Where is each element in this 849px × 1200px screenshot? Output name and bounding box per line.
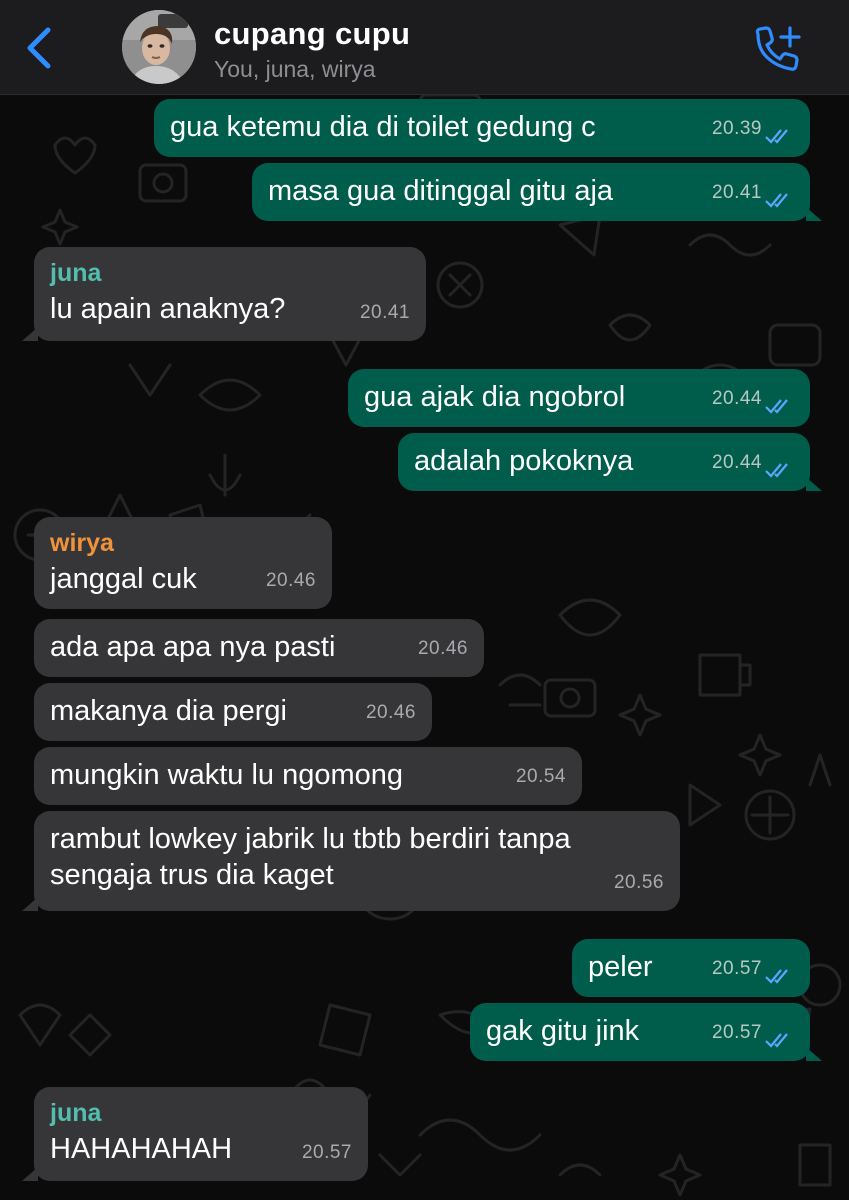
- message-bubble-incoming[interactable]: rambut lowkey jabrik lu tbtb berdiri tan…: [22, 811, 680, 911]
- double-check-icon: [765, 399, 788, 414]
- back-button[interactable]: [22, 24, 62, 72]
- message-text: HAHAHAHAH: [50, 1133, 233, 1165]
- message-sender: wirya: [50, 529, 114, 557]
- double-check-icon: [765, 969, 788, 984]
- message-time: 20.56: [613, 872, 664, 893]
- message-text: peler: [588, 951, 653, 983]
- message-time: 20.39: [711, 118, 762, 139]
- message-text: gua ajak dia ngobrol: [364, 381, 626, 413]
- chat-header: cupang cupu You, juna, wirya: [0, 0, 849, 95]
- message-bubble-incoming[interactable]: makanya dia pergi 20.46: [34, 683, 432, 741]
- message-list[interactable]: gua ketemu dia di toilet gedung c 20.39 …: [0, 95, 849, 1200]
- message-text: gua ketemu dia di toilet gedung c: [170, 111, 596, 143]
- message-bubble-incoming[interactable]: juna HAHAHAHAH 20.57: [22, 1087, 368, 1181]
- message-time: 20.41: [711, 182, 762, 203]
- message-text: ada apa apa nya pasti: [50, 631, 336, 663]
- message-bubble-outgoing[interactable]: masa gua ditinggal gitu aja 20.41: [252, 163, 822, 221]
- message-time: 20.46: [265, 570, 316, 591]
- message-time: 20.46: [365, 702, 416, 723]
- message-text: lu apain anaknya?: [50, 293, 286, 325]
- message-time: 20.57: [711, 1022, 762, 1043]
- message-text: adalah pokoknya: [414, 445, 634, 477]
- double-check-icon: [765, 129, 788, 144]
- bubble-tail: [22, 327, 38, 341]
- message-bubble-outgoing[interactable]: peler 20.57: [572, 939, 810, 997]
- message-time: 20.54: [515, 766, 566, 787]
- bubble-tail: [22, 1167, 38, 1181]
- message-time: 20.41: [359, 302, 410, 323]
- double-check-icon: [765, 463, 788, 478]
- bubble-tail: [806, 1047, 822, 1061]
- message-bubble-incoming[interactable]: wirya janggal cuk 20.46: [34, 517, 332, 609]
- double-check-icon: [765, 1033, 788, 1048]
- bubble-tail: [806, 207, 822, 221]
- chat-title[interactable]: cupang cupu: [214, 16, 410, 52]
- message-text: makanya dia pergi: [50, 695, 287, 727]
- message-text: janggal cuk: [50, 563, 197, 595]
- message-bubble-incoming[interactable]: ada apa apa nya pasti 20.46: [34, 619, 484, 677]
- message-bubble-outgoing[interactable]: gua ajak dia ngobrol 20.44: [348, 369, 810, 427]
- add-call-icon: [755, 26, 801, 71]
- message-text: mungkin waktu lu ngomong: [50, 759, 404, 791]
- message-text: rambut lowkey jabrik lu tbtb berdiri tan…: [50, 823, 571, 891]
- chevron-left-icon: [27, 27, 51, 69]
- message-text: masa gua ditinggal gitu aja: [268, 175, 614, 207]
- message-bubble-incoming[interactable]: juna lu apain anaknya? 20.41: [22, 247, 426, 341]
- message-bubble-outgoing[interactable]: gak gitu jink 20.57: [470, 1003, 822, 1061]
- message-bubble-incoming[interactable]: mungkin waktu lu ngomong 20.54: [34, 747, 582, 805]
- bubble-tail: [806, 477, 822, 491]
- message-sender: juna: [50, 1099, 102, 1127]
- double-check-icon: [765, 193, 788, 208]
- message-time: 20.57: [711, 958, 762, 979]
- message-time: 20.44: [711, 452, 762, 473]
- group-avatar[interactable]: [122, 10, 196, 84]
- message-bubble-outgoing[interactable]: gua ketemu dia di toilet gedung c 20.39: [154, 99, 810, 157]
- avatar-image: [122, 10, 196, 84]
- add-call-button[interactable]: [750, 24, 806, 74]
- message-text: gak gitu jink: [486, 1015, 640, 1047]
- chat-participants[interactable]: You, juna, wirya: [214, 56, 376, 83]
- message-sender: juna: [50, 259, 102, 287]
- message-time: 20.44: [711, 388, 762, 409]
- message-time: 20.57: [301, 1142, 352, 1163]
- message-time: 20.46: [417, 638, 468, 659]
- message-bubble-outgoing[interactable]: adalah pokoknya 20.44: [398, 433, 822, 491]
- bubble-tail: [22, 897, 38, 911]
